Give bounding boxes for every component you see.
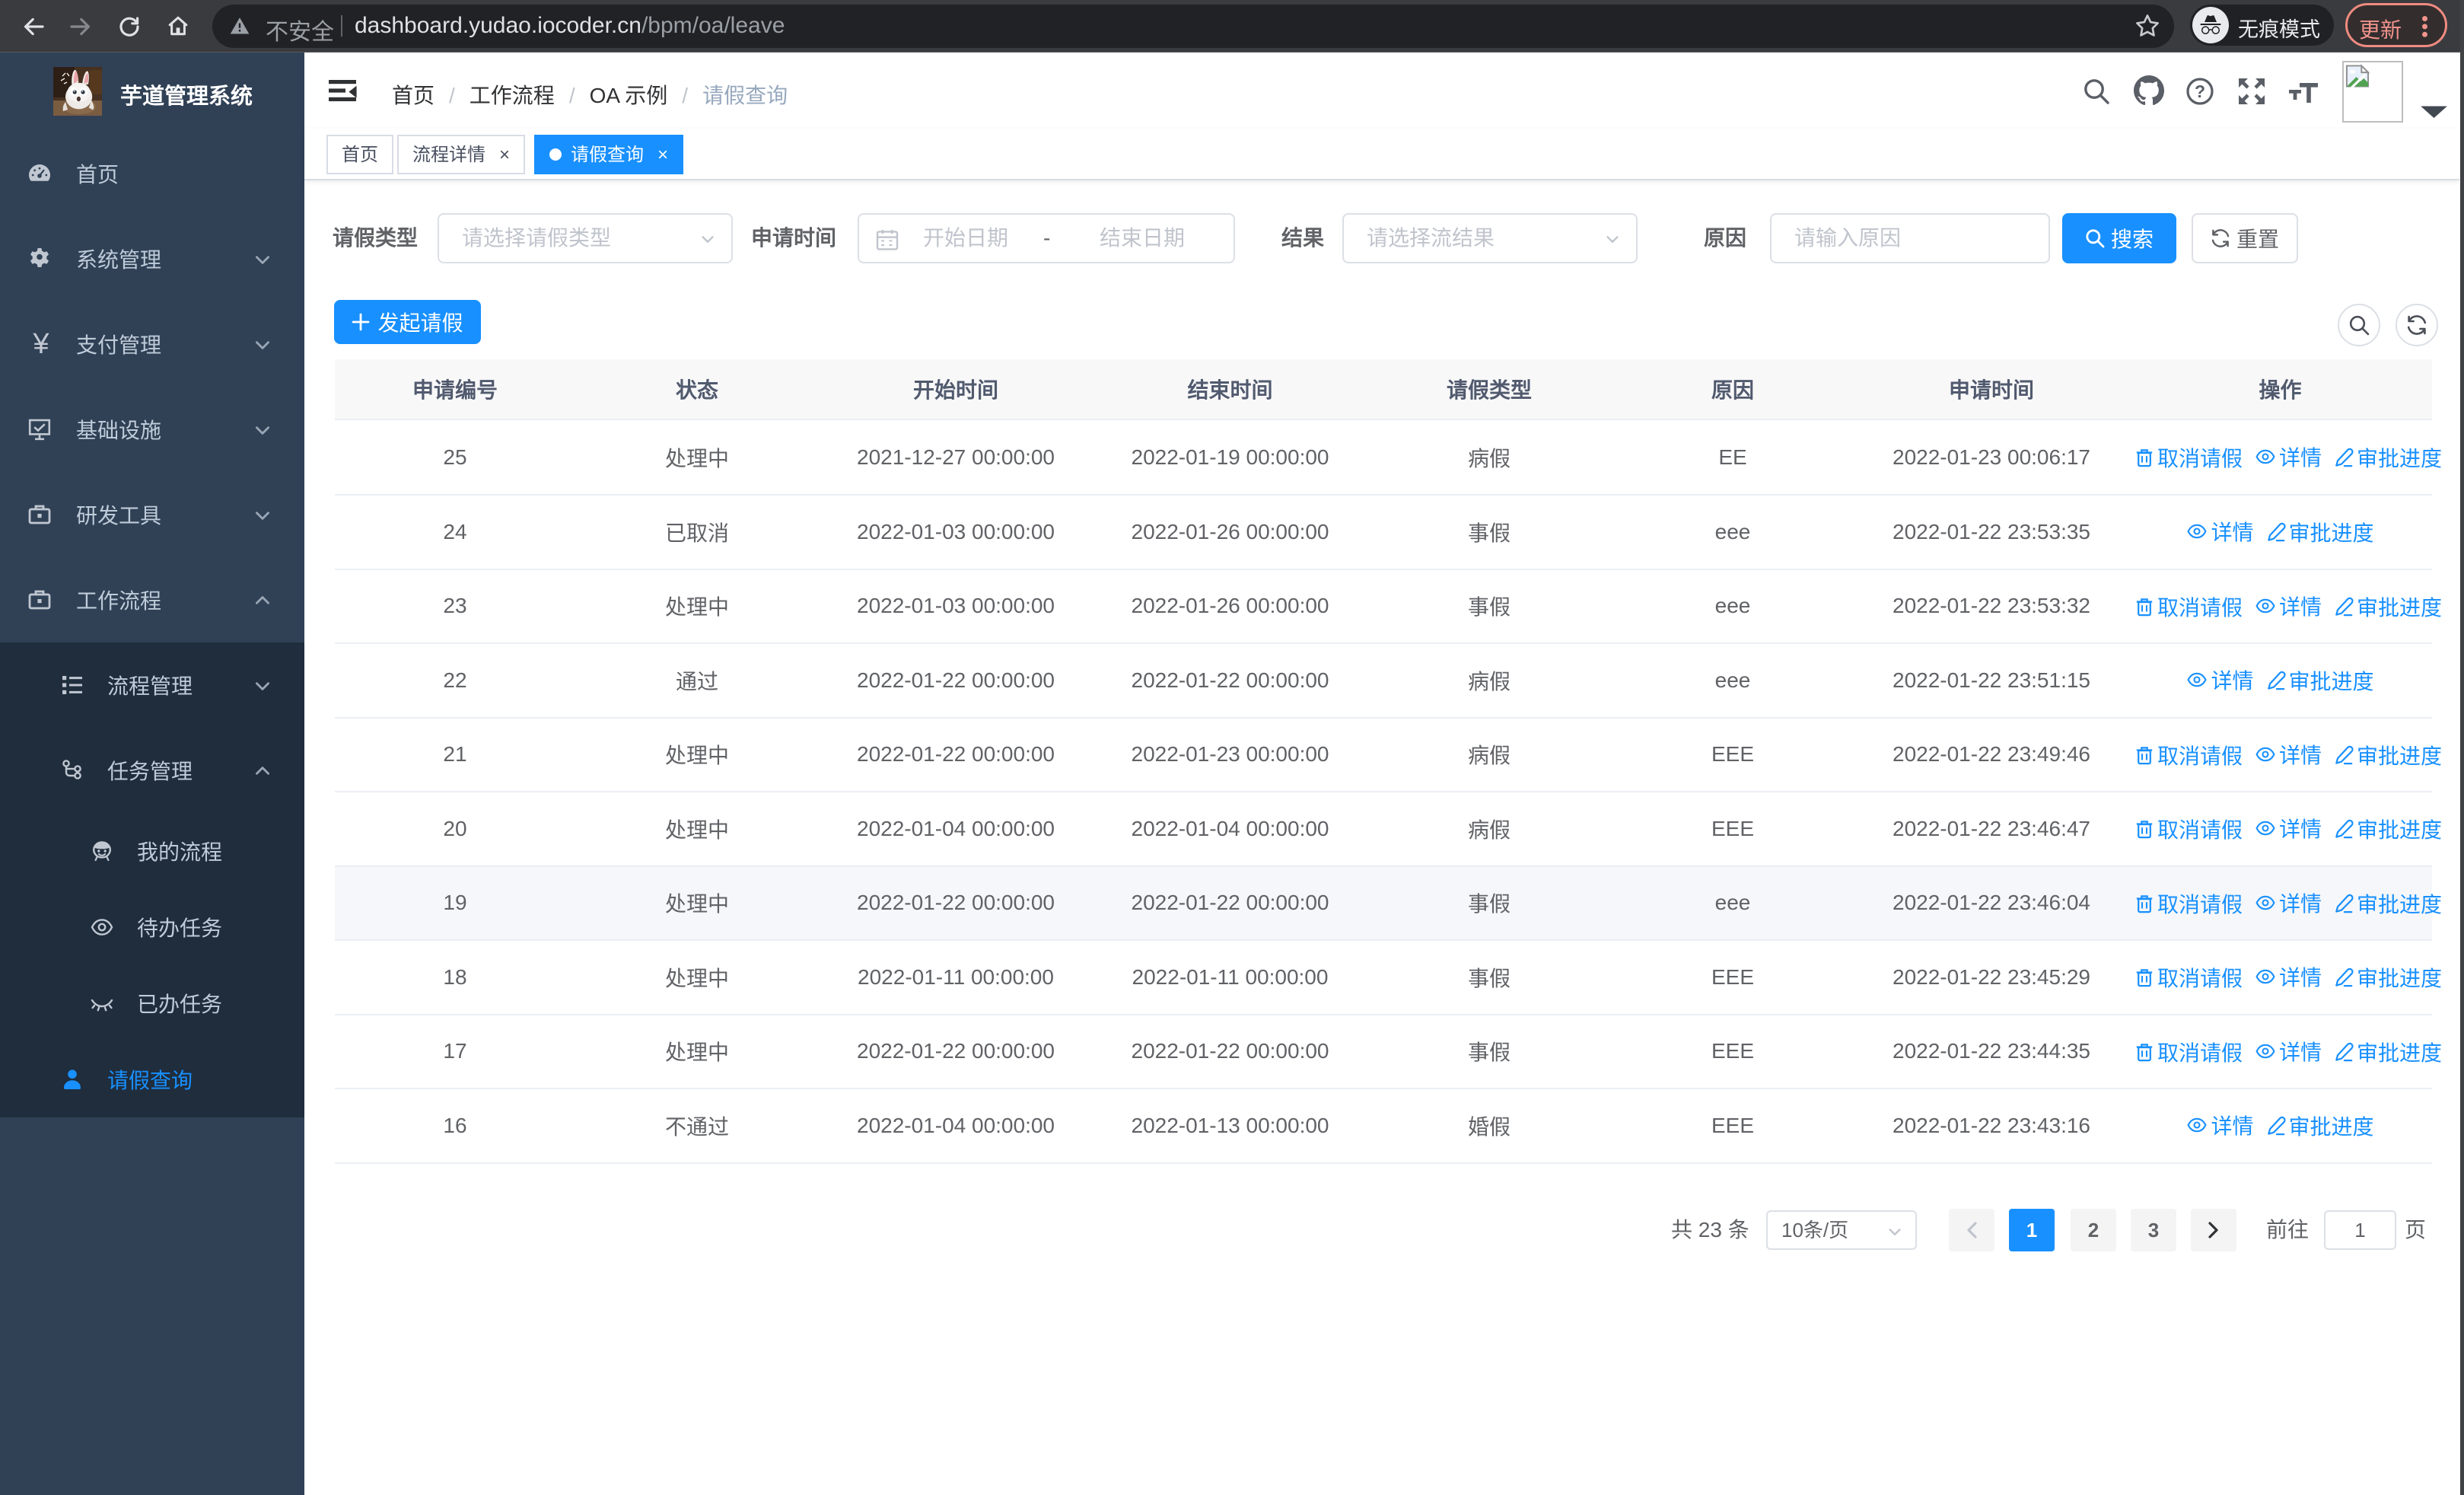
- svg-text:?: ?: [2195, 81, 2205, 101]
